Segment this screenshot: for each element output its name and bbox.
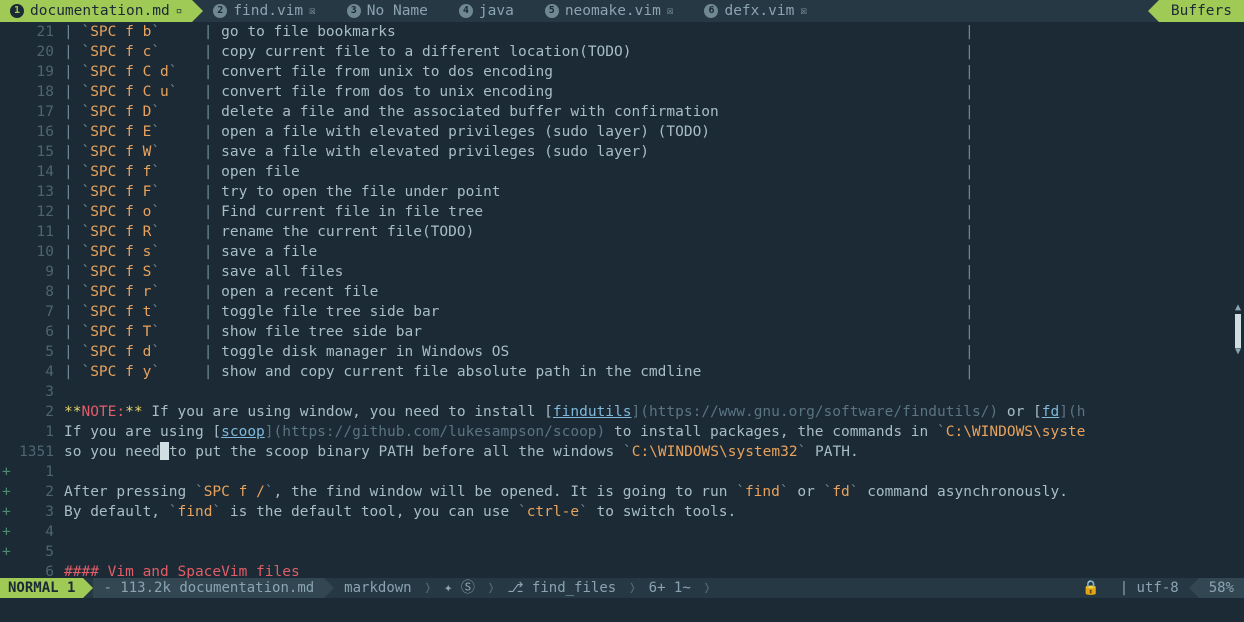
table-row: | `SPC f F` | try to open the file under… [64,182,1244,202]
scroll-up-icon[interactable]: ▲ [1234,304,1242,314]
tab-number-icon: 5 [545,4,559,18]
table-row: | `SPC f b` | go to file bookmarks | [64,22,1244,42]
line-number: 4 [0,362,64,382]
line-number: 10 [0,242,64,262]
editor-area[interactable]: 2120191817161514131211109876543211351+1+… [0,22,1244,580]
blank-line [64,382,1244,402]
modified-icon: ☒ [800,1,807,21]
table-row: | `SPC f d` | toggle disk manager in Win… [64,342,1244,362]
line-number: 20 [0,42,64,62]
line-number: 1 [0,422,64,442]
editor-content[interactable]: | `SPC f b` | go to file bookmarks || `S… [64,22,1244,580]
line-number: 11 [0,222,64,242]
line-number: 6 [0,322,64,342]
scrollbar[interactable]: ▲ ▼ [1234,304,1242,358]
line-number: 14 [0,162,64,182]
table-row: | `SPC f S` | save all files | [64,262,1244,282]
table-row: | `SPC f C u` | convert file from dos to… [64,82,1244,102]
blank-line [64,542,1244,562]
scroll-percent: 58% [1199,578,1244,598]
tabline: 1 documentation.md ▫ 2 find.vim ☒ 3 No Name 4 jav… [0,0,1244,22]
git-branch: ⎇ find_files [497,578,626,598]
line-number: 1351 [0,442,64,462]
table-row: | `SPC f E` | open a file with elevated … [64,122,1244,142]
modified-icon: ☒ [309,1,316,21]
modified-icon: ☒ [667,1,674,21]
lock-icon: 🔒 [1072,578,1109,598]
modified-icon: ▫ [176,1,183,21]
tab-number-icon: 1 [10,4,24,18]
line-number: 3 [0,382,64,402]
table-row: | `SPC f c` | copy current file to a dif… [64,42,1244,62]
tab-label: defx.vim [724,1,794,21]
table-row: | `SPC f W` | save a file with elevated … [64,142,1244,162]
line-number: +4 [0,522,64,542]
line-number: 8 [0,282,64,302]
text-line: By default, `find` is the default tool, … [64,502,1244,522]
tab-documentation-md[interactable]: 1 documentation.md ▫ [0,0,192,22]
table-row: | `SPC f R` | rename the current file(TO… [64,222,1244,242]
table-row: | `SPC f r` | open a recent file | [64,282,1244,302]
tab-number-icon: 2 [213,4,227,18]
tab-number-icon: 4 [459,4,473,18]
line-number: 2 [0,402,64,422]
file-name: documentation.md [179,578,314,598]
table-row: | `SPC f o` | Find current file in file … [64,202,1244,222]
tab-defx-vim[interactable]: 6 defx.vim ☒ [694,0,816,22]
table-row: | `SPC f f` | open file | [64,162,1244,182]
line-number: 18 [0,82,64,102]
tab-java[interactable]: 4 java [449,0,524,22]
line-number: 9 [0,262,64,282]
scroll-thumb[interactable] [1235,314,1241,348]
note-line: **NOTE:** If you are using window, you n… [64,402,1244,422]
status-file: - 113.2k documentation.md [93,578,324,598]
filetype: markdown [334,578,421,598]
table-row: | `SPC f T` | show file tree side bar | [64,322,1244,342]
table-row: | `SPC f C d` | convert file from unix t… [64,62,1244,82]
line-number: 13 [0,182,64,202]
line-number: 12 [0,202,64,222]
blank-line [64,522,1244,542]
line-number: +2 [0,482,64,502]
mode-indicator: NORMAL 1 [0,578,83,598]
table-row: | `SPC f t` | toggle file tree side bar … [64,302,1244,322]
line-number: +3 [0,502,64,522]
line-number: +5 [0,542,64,562]
tab-neomake-vim[interactable]: 5 neomake.vim ☒ [535,0,684,22]
tab-number-icon: 3 [347,4,361,18]
tab-label: documentation.md [30,1,170,21]
cursor-line: so you needto put the scoop binary PATH … [64,442,1244,462]
line-number: 7 [0,302,64,322]
line-number-gutter: 2120191817161514131211109876543211351+1+… [0,22,64,580]
line-number: 16 [0,122,64,142]
encoding: | utf-8 [1110,578,1189,598]
line-number: +1 [0,462,64,482]
text-cursor [160,442,169,460]
line-number: 17 [0,102,64,122]
tab-No-Name[interactable]: 3 No Name [337,0,438,22]
line-number: 15 [0,142,64,162]
file-size: - 113.2k [103,578,170,598]
scoop-line: If you are using [scoop](https://github.… [64,422,1244,442]
line-number: 21 [0,22,64,42]
blank-line [64,462,1244,482]
tab-label: neomake.vim [565,1,661,21]
tab-label: java [479,1,514,21]
statusline: NORMAL 1 - 113.2k documentation.md markd… [0,578,1244,598]
buffers-button[interactable]: Buffers [1159,0,1244,22]
line-number: 19 [0,62,64,82]
tab-number-icon: 6 [704,4,718,18]
tab-find-vim[interactable]: 2 find.vim ☒ [203,0,325,22]
table-row: | `SPC f y` | show and copy current file… [64,362,1244,382]
command-area[interactable] [0,598,1244,622]
line-number: 5 [0,342,64,362]
git-hunks: 6+ 1~ [639,578,701,598]
scroll-down-icon[interactable]: ▼ [1234,348,1242,358]
tab-label: No Name [367,1,428,21]
status-icons: ✦ Ⓢ [434,578,485,598]
tab-label: find.vim [233,1,303,21]
table-row: | `SPC f s` | save a file | [64,242,1244,262]
table-row: | `SPC f D` | delete a file and the asso… [64,102,1244,122]
text-line: After pressing `SPC f /`, the find windo… [64,482,1244,502]
